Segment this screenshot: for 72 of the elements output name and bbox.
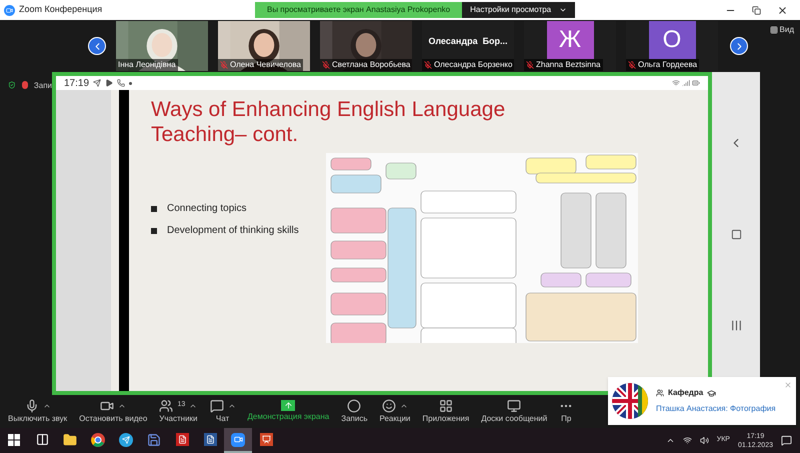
bullet-icon: [151, 206, 157, 212]
toolbar-button[interactable]: Демонстрация экрана: [244, 395, 334, 428]
shield-icon: [8, 80, 16, 90]
participant-name: Олесандра Борзенко: [434, 59, 512, 71]
windows-icon: [8, 434, 20, 446]
participant-name: Zhanna Beztsinna: [536, 59, 600, 71]
record-icon: [347, 398, 362, 412]
play-icon: [105, 79, 114, 87]
toolbar-button[interactable]: Доски сообщений: [477, 395, 552, 428]
toolbar-button[interactable]: Приложения: [418, 395, 474, 428]
slide-title: Ways of Enhancing English Language Teaching– cont.: [151, 97, 506, 147]
toolbar-button[interactable]: Выключить звук: [4, 395, 72, 428]
recent-apps-icon[interactable]: [730, 318, 742, 332]
record-icon: [22, 81, 28, 89]
notification-popup[interactable]: Кафедра Пташка Анастасия: Фотография: [608, 377, 796, 425]
signal-icon: [682, 79, 690, 87]
next-page-button[interactable]: [730, 37, 748, 55]
restore-icon[interactable]: [752, 6, 761, 14]
monitor-icon: [507, 398, 522, 412]
grid-icon: [770, 26, 778, 34]
participant-name: Інна Леонідівна: [118, 59, 176, 71]
microphone-icon: [24, 398, 39, 412]
toolbar-button[interactable]: Пр: [555, 395, 578, 428]
phone-time: 17:19: [64, 76, 90, 90]
notifications-icon[interactable]: [781, 435, 792, 446]
network-icon[interactable]: [682, 436, 692, 445]
phone-icon: [117, 79, 126, 87]
battery-icon: [692, 79, 700, 87]
apps-icon: [438, 398, 453, 412]
participant-name: Олена Чевичелова: [230, 59, 302, 71]
toolbar-button[interactable]: Чат: [206, 395, 240, 428]
bullet-text: Connecting topics: [167, 202, 246, 216]
document-icon: [204, 433, 216, 446]
share-banner: Вы просматриваете экран Anastasiya Prokopenko: [255, 2, 462, 18]
previous-page-button[interactable]: [88, 37, 106, 55]
recording-label: Запи: [34, 80, 52, 92]
toolbar-button[interactable]: Реакции: [376, 395, 414, 428]
view-button[interactable]: Вид: [770, 24, 794, 36]
people-icon: [159, 398, 174, 412]
group-icon: [656, 389, 664, 397]
volume-icon[interactable]: [700, 436, 709, 445]
participant-name: Светлана Воробьева: [332, 59, 410, 71]
toolbar-button[interactable]: Остановить видео: [75, 395, 152, 428]
participant-name: Ольга Гордеева: [638, 59, 698, 71]
paper-plane-icon: [93, 79, 102, 87]
chat-icon: [210, 398, 224, 412]
close-icon[interactable]: [777, 4, 788, 16]
presentation-icon: [260, 433, 272, 446]
bullet-text: Development of thinking skills: [167, 224, 299, 238]
notification-message: Пташка Анастасия: Фотография: [656, 403, 776, 415]
caret-icon: [559, 6, 568, 14]
folder-icon: [63, 432, 77, 446]
camera-app-icon: [231, 432, 245, 446]
taskbar-app[interactable]: [224, 428, 252, 453]
avatar-initial: О: [662, 25, 682, 55]
window-title: Zoom Конференция: [19, 3, 102, 16]
avatar-initial: Ж: [558, 25, 582, 55]
graduation-cap-icon: [707, 388, 716, 398]
toolbar-button[interactable]: Запись: [337, 395, 372, 428]
pdf-icon: [176, 433, 188, 446]
home-icon[interactable]: [730, 228, 742, 240]
smiley-icon: [382, 398, 396, 412]
app-logo-icon: [4, 4, 15, 16]
notification-title: Кафедра: [668, 387, 704, 399]
bullet-icon: [151, 228, 157, 234]
participant-display-name: Олесандра Бор...: [428, 35, 508, 48]
wifi-icon: [672, 79, 680, 87]
task-view-icon: [36, 433, 48, 446]
chrome-icon: [91, 432, 105, 446]
tray-expand-icon[interactable]: [666, 436, 675, 445]
view-settings-button[interactable]: Настройки просмотра: [462, 2, 576, 18]
paper-plane-icon: [119, 432, 133, 446]
